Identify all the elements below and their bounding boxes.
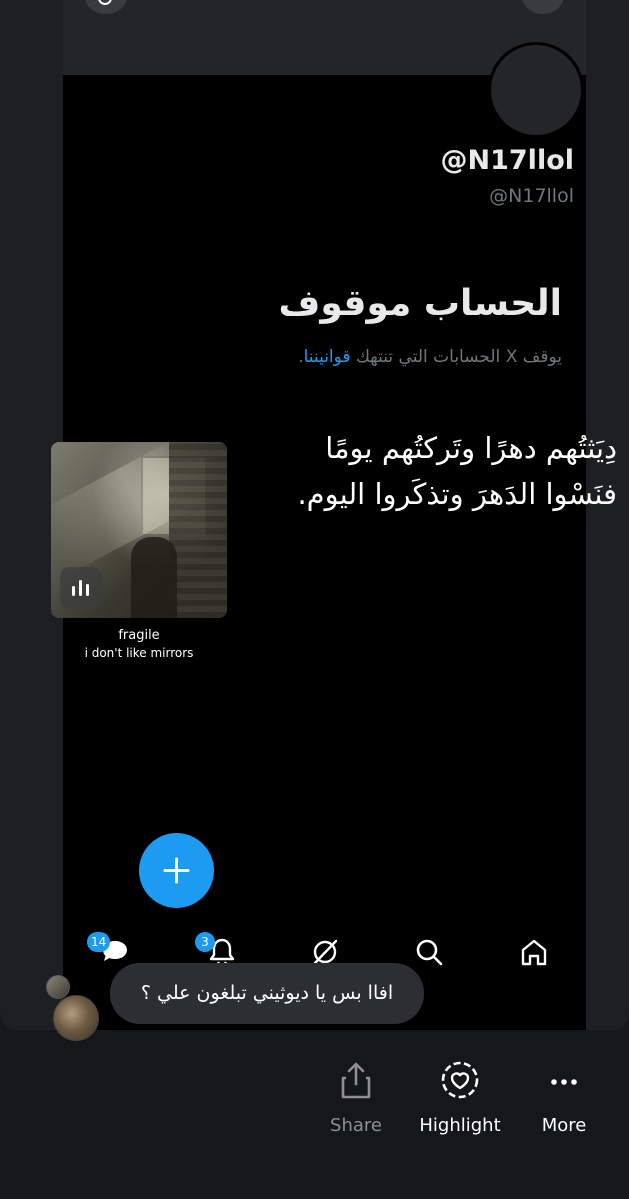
more-icon[interactable] bbox=[522, 0, 564, 14]
comment-text: افاا بس يا ديوثيني تبلغون علي ؟ bbox=[140, 982, 394, 1004]
commenter-small-avatar bbox=[46, 975, 70, 999]
share-label: Share bbox=[330, 1115, 382, 1136]
compose-button[interactable] bbox=[139, 833, 214, 908]
highlight-button[interactable]: Highlight bbox=[410, 1060, 510, 1136]
music-sticker-cover[interactable] bbox=[51, 442, 227, 618]
suspended-description-text: يوقف X الحسابات التي تنتهك bbox=[355, 347, 562, 367]
cover-figure bbox=[131, 537, 177, 618]
story-quote-line-1: دِيَثتُهم دهرًا وتَركتُهم يومًا bbox=[325, 431, 617, 465]
profile-avatar bbox=[488, 42, 584, 138]
messages-badge: 14 bbox=[87, 932, 111, 952]
rules-link[interactable]: قوانيننا bbox=[304, 347, 351, 367]
more-label: More bbox=[541, 1115, 587, 1136]
commenter-avatar[interactable] bbox=[53, 995, 99, 1041]
cover-wall bbox=[169, 442, 227, 618]
music-artist: i don't like mirrors bbox=[84, 646, 194, 660]
highlight-icon bbox=[441, 1061, 479, 1099]
share-icon bbox=[341, 1062, 371, 1099]
share-button[interactable]: Share bbox=[306, 1060, 406, 1136]
more-dots-icon bbox=[551, 1079, 577, 1085]
suspended-title: الحساب موقوف bbox=[278, 283, 562, 324]
notifications-badge: 3 bbox=[195, 932, 215, 952]
profile-display-handle: @N17llol bbox=[440, 145, 574, 176]
audio-wave-icon[interactable] bbox=[60, 567, 102, 609]
search-icon[interactable] bbox=[85, 0, 127, 14]
comment-bubble: افاا بس يا ديوثيني تبلغون علي ؟ bbox=[110, 963, 424, 1024]
story-quote-line-2: فنَسْوا الدَهرَ وتذكَروا اليوم. bbox=[297, 477, 617, 511]
highlight-label: Highlight bbox=[419, 1115, 501, 1136]
suspended-description: يوقف X الحسابات التي تنتهك قوانيننا. bbox=[298, 347, 562, 367]
story-quote: دِيَثتُهم دهرًا وتَركتُهم يومًا فنَسْوا … bbox=[257, 425, 617, 517]
home-icon[interactable] bbox=[518, 936, 550, 968]
music-title: fragile bbox=[118, 628, 160, 643]
profile-handle: @N17llol bbox=[489, 185, 574, 207]
more-button[interactable]: More bbox=[514, 1060, 614, 1136]
